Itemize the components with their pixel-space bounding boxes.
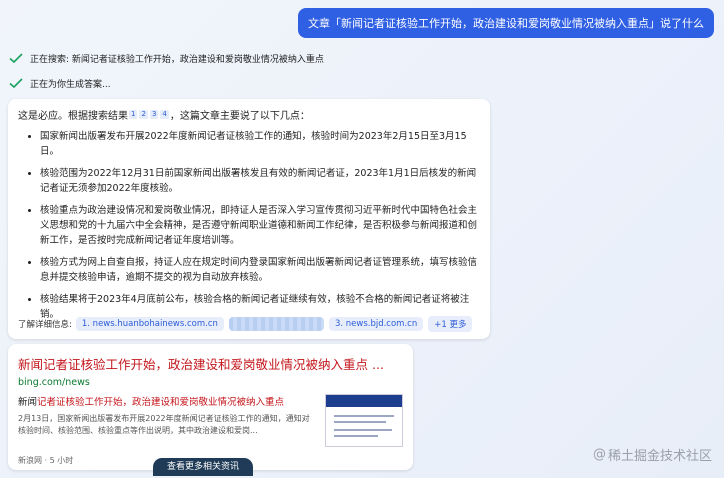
citation-3[interactable]: 3 — [149, 110, 159, 119]
more-sources-button[interactable]: +1 更多 — [428, 316, 473, 332]
answer-point: 核验方式为网上自查自报，持证人应在规定时间内登录国家新闻出版署新闻记者证管理系统… — [18, 255, 480, 285]
answer-point: 核验范围为2022年12月31日前国家新闻出版署核发且有效的新闻记者证，2023… — [18, 166, 480, 196]
answer-intro: 这是必应。根据搜索结果 1 2 3 4 ，这篇文章主要说了以下几点： — [18, 107, 480, 122]
learn-more-label: 了解详细信息: — [18, 320, 72, 330]
see-more-news-button[interactable]: 查看更多相关资讯 — [153, 458, 253, 476]
snippet-headline[interactable]: 新闻记者证核验工作开始，政治建设和爱岗敬业情况被纳入重点 — [18, 394, 315, 408]
answer-point: 国家新闻出版署发布开展2022年度新闻记者证核验工作的通知，核验时间为2023年… — [18, 129, 480, 159]
snippet-headline-plain: 新闻 — [18, 397, 38, 408]
source-link-1[interactable]: 1. news.huanbohainews.com.cn — [75, 317, 224, 331]
answer-point: 核验重点为政治建设情况和爱岗敬业情况，即持证人是否深入学习宣传贯彻习近平新时代中… — [18, 203, 480, 248]
result-thumbnail[interactable] — [325, 394, 403, 447]
citation-1[interactable]: 1 — [129, 110, 138, 119]
intro-text-end: ，这篇文章主要说了以下几点： — [169, 111, 310, 122]
answer-card: 这是必应。根据搜索结果 1 2 3 4 ，这篇文章主要说了以下几点： 国家新闻出… — [8, 99, 490, 339]
status-generating: 正在为你生成答案... — [8, 75, 111, 91]
status-text: 正在搜索: 新闻记者证核验工作开始，政治建设和爱岗敬业情况被纳入重点 — [30, 54, 324, 65]
news-result-card[interactable]: 新闻记者证核验工作开始，政治建设和爱岗敬业情况被纳入重点 ... bing.co… — [8, 344, 413, 476]
check-icon — [9, 78, 23, 89]
check-icon — [9, 53, 23, 64]
result-snippet: 新闻记者证核验工作开始，政治建设和爱岗敬业情况被纳入重点 2月13日，国家新闻出… — [18, 394, 403, 466]
source-link-3[interactable]: 3. news.bjd.com.cn — [328, 317, 424, 331]
watermark-text: 稀土掘金技术社区 — [607, 449, 712, 464]
snippet-text: 新闻记者证核验工作开始，政治建设和爱岗敬业情况被纳入重点 2月13日，国家新闻出… — [18, 394, 315, 466]
status-text: 正在为你生成答案... — [30, 79, 111, 90]
snippet-headline-highlight: 记者证核验工作开始，政治建设和爱岗敬业情况被纳入重点 — [37, 397, 285, 408]
result-url[interactable]: bing.com/news — [18, 377, 403, 388]
status-searching: 正在搜索: 新闻记者证核验工作开始，政治建设和爱岗敬业情况被纳入重点 — [8, 50, 324, 66]
citation-4[interactable]: 4 — [160, 110, 169, 119]
source-link-2-redacted[interactable] — [228, 317, 324, 331]
intro-text: 这是必应。根据搜索结果 — [18, 111, 128, 122]
learn-more-row: 了解详细信息: 1. news.huanbohainews.com.cn 3. … — [18, 316, 477, 332]
answer-points: 国家新闻出版署发布开展2022年度新闻记者证核验工作的通知，核验时间为2023年… — [18, 129, 480, 322]
user-message-bubble: 文章「新闻记者证核验工作开始，政治建设和爱岗敬业情况被纳入重点」说了什么 — [298, 8, 714, 38]
snippet-body: 2月13日，国家新闻出版署发布开展2022年度新闻记者证核验工作的通知，通知对核… — [18, 414, 310, 435]
citation-2[interactable]: 2 — [139, 110, 148, 119]
result-title-link[interactable]: 新闻记者证核验工作开始，政治建设和爱岗敬业情况被纳入重点 ... — [18, 354, 403, 373]
watermark: @ 稀土掘金技术社区 — [593, 445, 712, 464]
at-icon: @ — [592, 447, 606, 462]
